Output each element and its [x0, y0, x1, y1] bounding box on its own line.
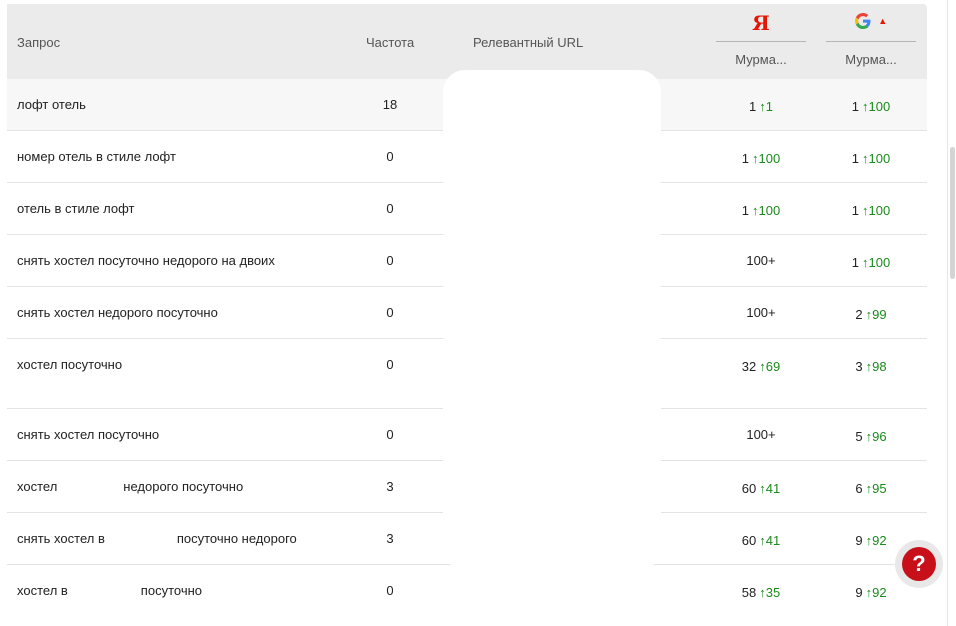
yandex-position: 1 ↑100 — [741, 151, 781, 166]
google-position: 2 ↑99 — [855, 307, 887, 322]
yandex-position: 1 ↑100 — [741, 203, 781, 218]
google-position: 1 ↑100 — [851, 203, 891, 218]
column-header-url[interactable]: Релевантный URL — [473, 35, 583, 50]
query-text: снять хостел посуточно — [17, 427, 160, 442]
google-region-label: Мурма... — [845, 52, 897, 67]
yandex-position: 60 ↑41 — [741, 481, 781, 496]
google-logo: ▲ — [826, 12, 916, 34]
help-button[interactable]: ? — [895, 540, 943, 588]
position-change: ↑100 — [862, 99, 891, 114]
position-change: ↑1 — [759, 99, 773, 114]
position-change: ↑100 — [862, 151, 891, 166]
frequency-value: 0 — [386, 357, 394, 372]
frequency-value: 0 — [386, 305, 394, 320]
column-header-query[interactable]: Запрос — [17, 35, 60, 50]
column-header-google[interactable]: ▲ Мурма... — [826, 4, 916, 79]
scrollbar-track[interactable] — [947, 0, 956, 626]
yandex-logo: Я — [752, 11, 770, 35]
query-text: хостел в посуточно — [17, 583, 203, 598]
google-g-icon — [854, 12, 871, 29]
caret-up-icon[interactable]: ▲ — [878, 16, 887, 26]
position-change: ↑98 — [865, 359, 887, 374]
table-row: хостел в посуточно 0 58 ↑35 9 ↑92 — [7, 565, 927, 616]
yandex-region-label: Мурма... — [735, 52, 787, 67]
query-text: хостел недорого посуточно — [17, 479, 244, 494]
position-change: ↑100 — [862, 255, 891, 270]
yandex-position: 58 ↑35 — [741, 585, 781, 600]
divider — [716, 41, 806, 42]
google-position: 1 ↑100 — [851, 151, 891, 166]
google-position: 9 ↑92 — [855, 585, 887, 600]
frequency-value: 0 — [386, 427, 394, 442]
frequency-value: 3 — [386, 531, 394, 546]
question-icon: ? — [902, 547, 936, 581]
position-change: ↑35 — [759, 585, 781, 600]
yandex-position: 100+ — [746, 305, 776, 320]
position-change: ↑92 — [865, 585, 887, 600]
query-text: номер отель в стиле лофт — [17, 149, 176, 164]
position-change: ↑95 — [865, 481, 887, 496]
redacted-url-area — [443, 70, 661, 570]
yandex-position: 32 ↑69 — [741, 359, 781, 374]
google-position: 1 ↑100 — [851, 255, 891, 270]
position-change: ↑100 — [752, 151, 781, 166]
position-change: ↑41 — [759, 533, 781, 548]
position-change: ↑92 — [865, 533, 887, 548]
frequency-value: 0 — [386, 149, 394, 164]
position-change: ↑100 — [752, 203, 781, 218]
yandex-position: 100+ — [746, 253, 776, 268]
google-position: 3 ↑98 — [855, 359, 887, 374]
table-header: Запрос Частота Релевантный URL Я Мурма..… — [7, 4, 927, 79]
query-text: хостел посуточно — [17, 357, 123, 372]
google-position: 1 ↑100 — [851, 99, 891, 114]
google-position: 6 ↑95 — [855, 481, 887, 496]
column-header-frequency[interactable]: Частота — [366, 35, 414, 50]
yandex-position: 100+ — [746, 427, 776, 442]
frequency-value: 18 — [382, 97, 398, 112]
redacted-url-area — [490, 520, 612, 580]
column-header-yandex[interactable]: Я Мурма... — [716, 4, 806, 79]
query-text: снять хостел посуточно недорого на двоих — [17, 253, 275, 268]
yandex-position: 60 ↑41 — [741, 533, 781, 548]
divider — [826, 41, 916, 42]
google-position: 5 ↑96 — [855, 429, 887, 444]
query-text: снять хостел в посуточно недорого — [17, 531, 297, 546]
position-change: ↑69 — [759, 359, 781, 374]
position-change: ↑100 — [862, 203, 891, 218]
positions-page: Запрос Частота Релевантный URL Я Мурма..… — [0, 0, 956, 626]
yandex-position: 1 ↑1 — [749, 99, 773, 114]
position-change: ↑96 — [865, 429, 887, 444]
query-text: снять хостел недорого посуточно — [17, 305, 218, 320]
frequency-value: 3 — [386, 479, 394, 494]
frequency-value: 0 — [386, 201, 394, 216]
query-text: лофт отель — [17, 97, 86, 112]
frequency-value: 0 — [386, 583, 394, 598]
query-text: отель в стиле лофт — [17, 201, 135, 216]
frequency-value: 0 — [386, 253, 394, 268]
position-change: ↑41 — [759, 481, 781, 496]
position-change: ↑99 — [865, 307, 887, 322]
scrollbar-thumb[interactable] — [950, 147, 955, 279]
